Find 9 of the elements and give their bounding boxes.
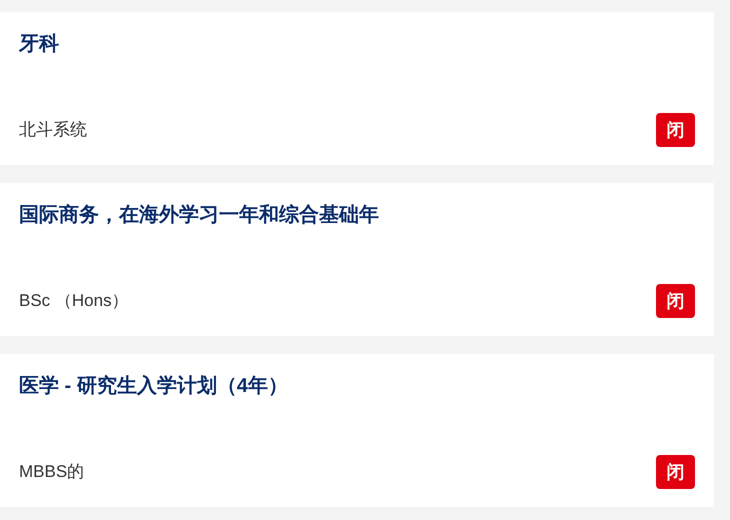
course-title[interactable]: 国际商务，在海外学习一年和综合基础年 [19,201,695,229]
course-title[interactable]: 牙科 [19,30,695,58]
course-title[interactable]: 医学 - 研究生入学计划（4年） [19,372,695,400]
award-text: BSc （Hons） [19,290,129,312]
status-badge: 闭 [656,284,695,318]
award-text: 北斗系统 [19,119,87,142]
status-badge: 闭 [656,455,695,489]
award-text: MBBS的 [19,461,84,484]
status-badge: 闭 [656,113,695,147]
